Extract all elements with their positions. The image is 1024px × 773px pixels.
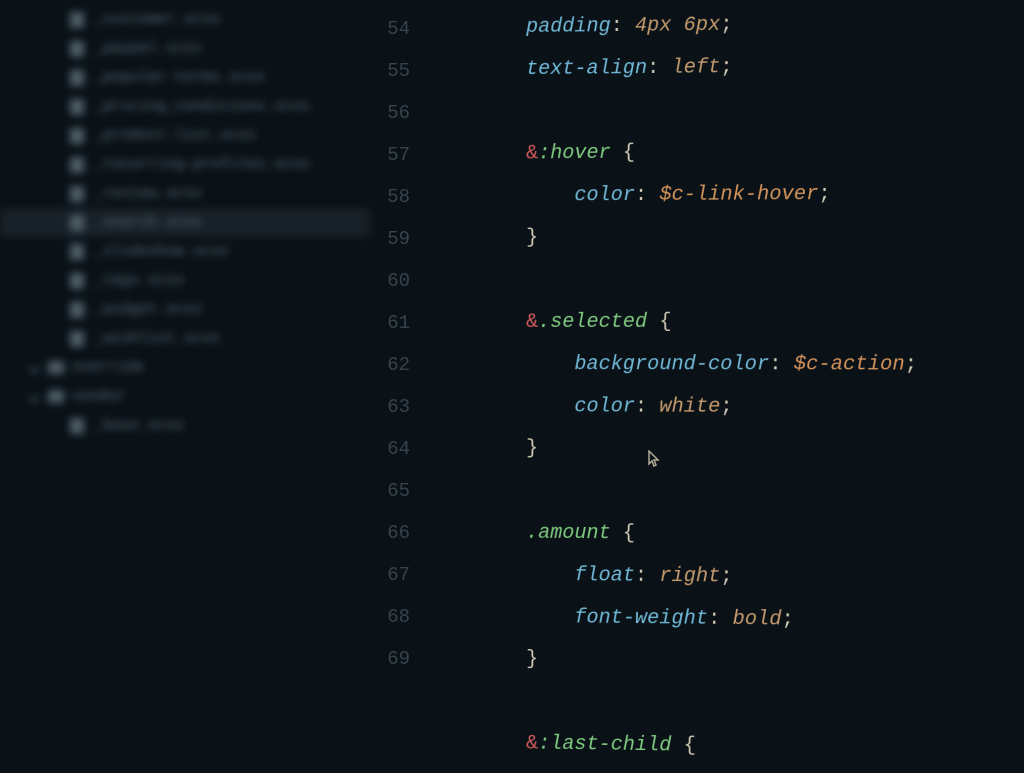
file-label: _product-list.scss [94,127,256,144]
file-icon [70,186,84,202]
folder-icon [48,390,64,403]
code-editor[interactable]: padding: 4px 6px; text-align: left; &:ho… [430,0,1024,688]
chevron-down-icon [28,391,39,402]
file-icon [70,273,84,289]
line-number: 66 [370,512,430,554]
line-number: 56 [370,92,430,134]
chevron-down-icon [28,362,39,373]
file-icon [70,70,84,86]
file-label: _slideshow.scss [94,243,229,260]
file-item[interactable]: _wishlist.scss [0,324,370,353]
file-item[interactable]: _search.scss [0,208,370,237]
file-icon [70,215,84,231]
code-line[interactable]: background-color: $c-action; [430,344,1024,387]
file-icon [70,12,84,28]
file-item[interactable]: _tags.scss [0,266,370,295]
folder-icon [48,361,64,374]
line-number: 58 [370,176,430,218]
file-label: _wishlist.scss [94,330,220,347]
line-number: 69 [370,638,430,680]
file-label: _review.scss [94,185,202,202]
code-line[interactable]: &.selected { [430,301,1024,344]
code-line[interactable]: &:hover { [430,130,1024,176]
file-item[interactable]: _recurring-profiles.scss [0,150,370,179]
file-item[interactable]: _product-list.scss [0,121,370,150]
line-number: 54 [370,8,430,50]
file-label: _widget.scss [94,301,202,318]
code-line[interactable]: color: $c-link-hover; [430,173,1024,218]
file-item[interactable]: _slideshow.scss [0,237,370,266]
line-number: 68 [370,596,430,638]
file-icon [70,302,84,318]
code-line[interactable] [430,258,1024,302]
code-line[interactable]: padding: 4px 6px; [430,1,1024,50]
line-number: 61 [370,302,430,344]
file-icon [70,41,84,57]
file-explorer-sidebar: _customer.scss _paypal.scss _popular-terms… [0,0,370,681]
code-line[interactable]: } [430,215,1024,260]
file-item[interactable]: _widget.scss [0,295,370,324]
code-line[interactable]: text-align: left; [430,44,1024,92]
file-item[interactable]: _popular-terms.scss [0,63,370,92]
line-number: 64 [370,428,430,470]
folder-item[interactable]: override [0,353,370,382]
line-number-gutter: 54555657585960616263646566676869 [370,0,430,681]
file-label: _search.scss [94,214,202,231]
code-line[interactable]: font-weight: bold; [430,596,1024,644]
folder-label: vendor [72,388,126,405]
file-item[interactable]: _customer.scss [0,5,370,34]
code-line[interactable]: } [430,638,1024,687]
code-line[interactable]: } [430,428,1024,473]
file-icon [70,244,84,260]
file-label: _recurring-profiles.scss [94,156,310,173]
file-item[interactable]: _base.scss [0,411,370,440]
code-line[interactable]: .amount { [430,512,1024,559]
line-number: 63 [370,386,430,428]
file-item[interactable]: _pricing_conditions.scss [0,92,370,121]
file-label: _paypal.scss [94,40,202,57]
file-icon [70,331,84,347]
line-number: 67 [370,554,430,596]
file-icon [70,157,84,173]
folder-item[interactable]: vendor [0,382,370,411]
line-number: 57 [370,134,430,176]
code-line[interactable]: float: right; [430,554,1024,601]
line-number: 65 [370,470,430,512]
file-item[interactable]: _paypal.scss [0,34,370,63]
line-number: 60 [370,260,430,302]
file-label: _tags.scss [94,272,184,289]
file-label: _customer.scss [94,11,220,28]
line-number: 62 [370,344,430,386]
line-number: 55 [370,50,430,92]
file-label: _popular-terms.scss [94,69,265,86]
file-icon [70,128,84,144]
file-item[interactable]: _review.scss [0,179,370,208]
file-icon [70,418,84,434]
folder-label: override [72,359,144,376]
file-label: _pricing_conditions.scss [94,98,310,115]
code-line[interactable] [430,87,1024,134]
code-line[interactable]: &:last-child { [430,722,1024,773]
code-line[interactable]: color: white; [430,386,1024,430]
code-line[interactable] [430,470,1024,516]
file-label: _base.scss [94,417,184,434]
file-icon [70,99,84,115]
line-number: 59 [370,218,430,260]
